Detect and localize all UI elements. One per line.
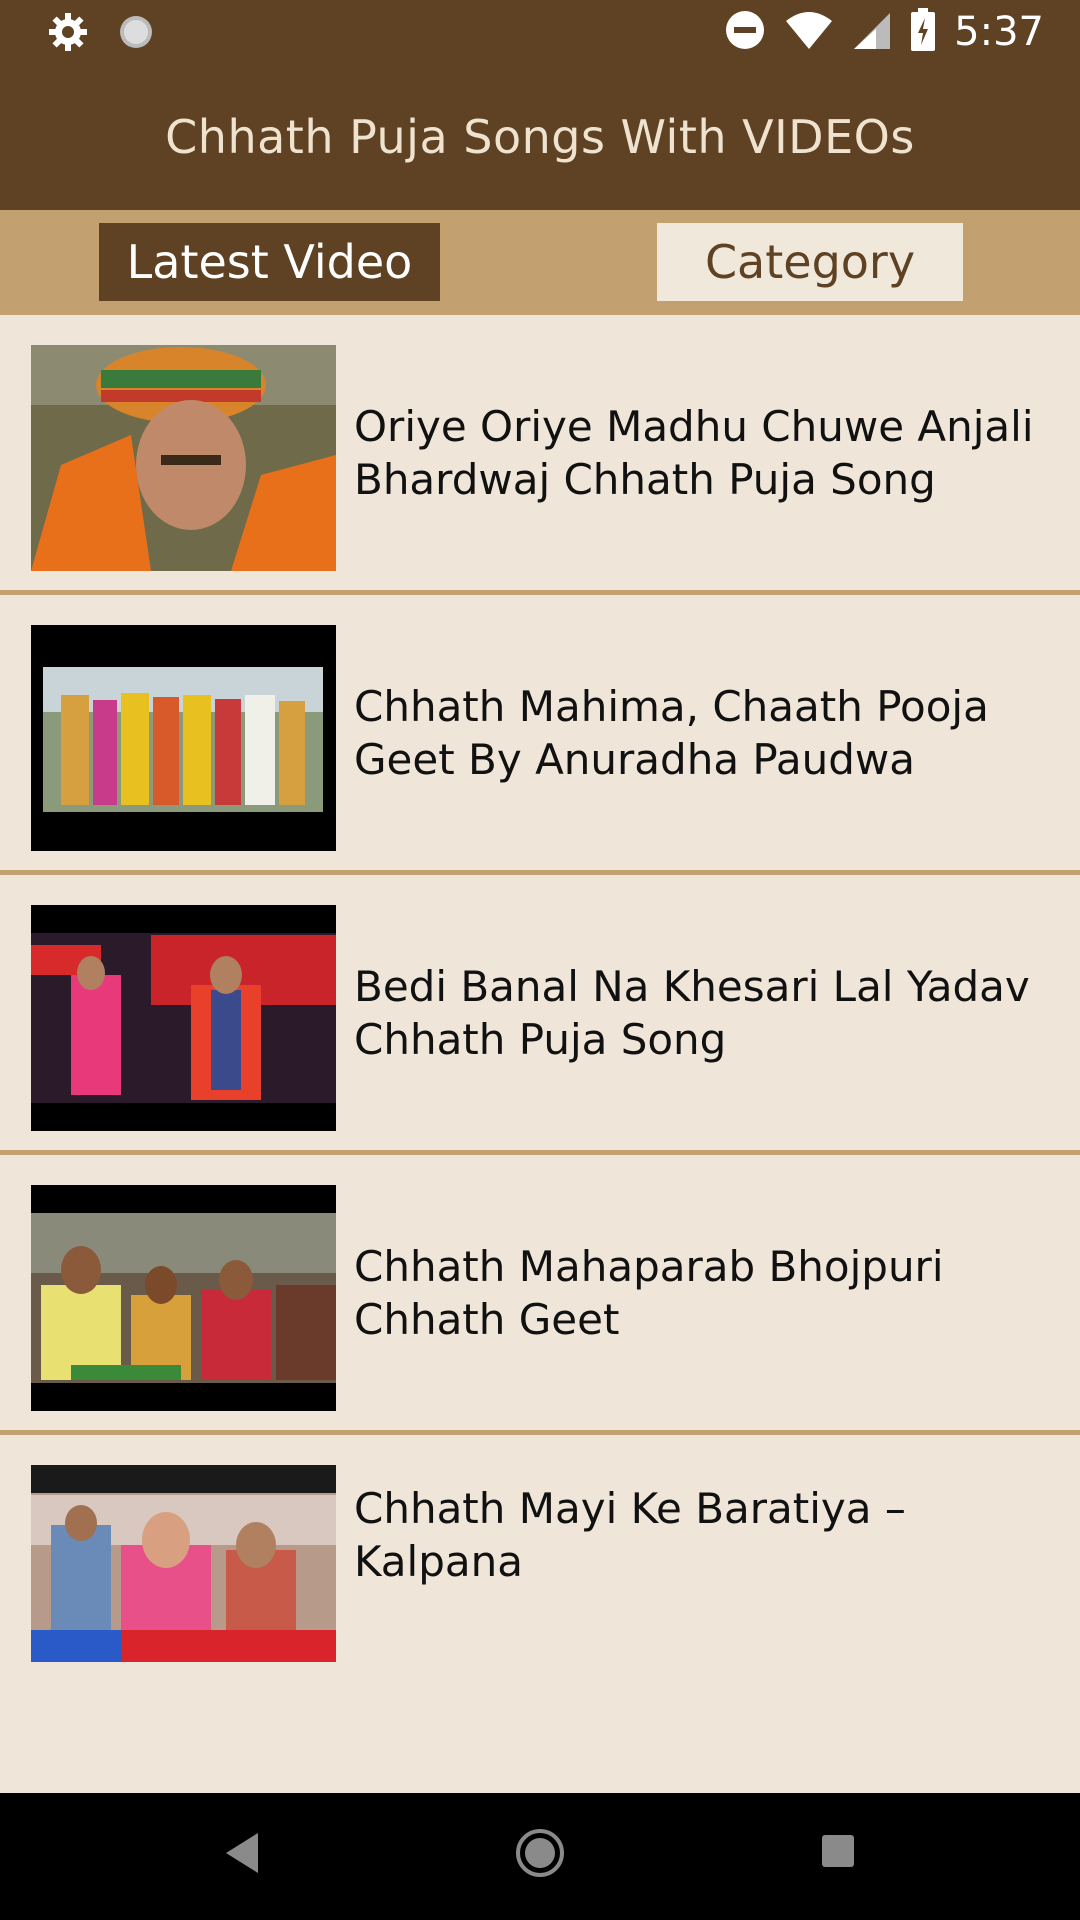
home-icon[interactable] <box>514 1827 566 1883</box>
battery-icon <box>910 8 936 56</box>
video-list: Oriye Oriye Madhu Chuwe Anjali Bhardwaj … <box>0 315 1080 1675</box>
cell-signal-icon <box>852 9 892 55</box>
tab-latest-video[interactable]: Latest Video <box>99 223 440 301</box>
video-title: Chhath Mahaparab Bhojpuri Chhath Geet <box>354 1241 944 1344</box>
tab-category[interactable]: Category <box>657 223 963 301</box>
video-title: Chhath Mahima, Chaath Pooja Geet By Anur… <box>354 681 989 784</box>
wifi-icon <box>784 9 834 55</box>
video-title: Oriye Oriye Madhu Chuwe Anjali Bhardwaj … <box>354 401 1034 504</box>
video-title: Bedi Banal Na Khesari Lal Yadav Chhath P… <box>354 961 1030 1064</box>
navigation-bar <box>0 1793 1080 1920</box>
do-not-disturb-icon <box>724 9 766 55</box>
list-item[interactable]: Chhath Mahima, Chaath Pooja Geet By Anur… <box>0 595 1080 875</box>
app-bar: Chhath Puja Songs With VIDEOs <box>0 64 1080 210</box>
video-thumbnail <box>31 1185 336 1411</box>
app-title: Chhath Puja Songs With VIDEOs <box>165 110 915 164</box>
status-bar: 5:37 <box>0 0 1080 64</box>
list-item[interactable]: Chhath Mahaparab Bhojpuri Chhath Geet <box>0 1155 1080 1435</box>
tabs-bar: Latest Video Category <box>0 210 1080 315</box>
video-thumbnail <box>31 625 336 851</box>
video-thumbnail <box>31 345 336 571</box>
list-item[interactable]: Oriye Oriye Madhu Chuwe Anjali Bhardwaj … <box>0 315 1080 595</box>
gear-icon <box>48 12 88 56</box>
back-icon[interactable] <box>222 1829 262 1881</box>
video-title: Chhath Mayi Ke Baratiya – Kalpana <box>354 1484 906 1586</box>
video-thumbnail <box>31 1465 336 1662</box>
video-thumbnail <box>31 905 336 1131</box>
recents-icon[interactable] <box>820 1833 856 1873</box>
list-item[interactable]: Chhath Mayi Ke Baratiya – Kalpana <box>0 1435 1080 1675</box>
list-item[interactable]: Bedi Banal Na Khesari Lal Yadav Chhath P… <box>0 875 1080 1155</box>
status-time: 5:37 <box>954 9 1044 55</box>
sync-icon <box>116 12 156 56</box>
